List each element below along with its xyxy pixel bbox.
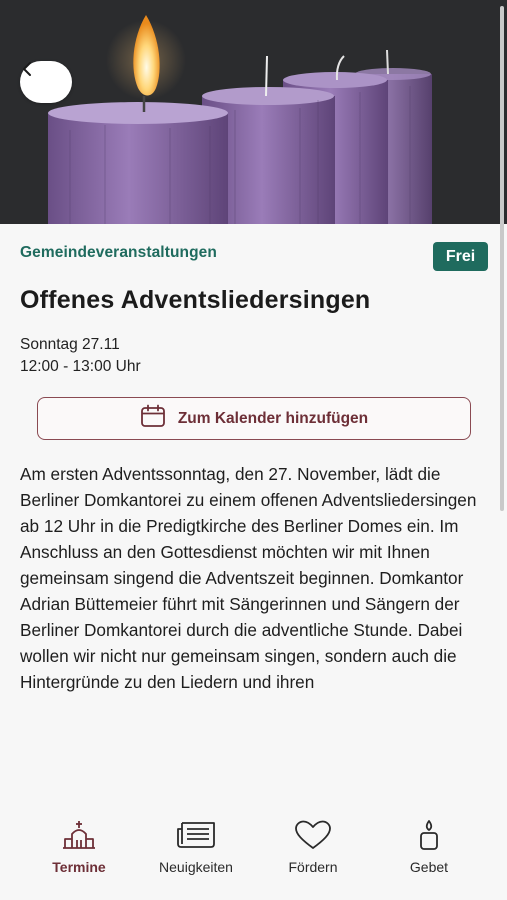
bottom-navigation: Termine Neuigkeiten Fördern Gebet xyxy=(0,800,507,900)
add-to-calendar-button[interactable]: Zum Kalender hinzufügen xyxy=(37,397,471,440)
event-datetime: Sonntag 27.11 12:00 - 13:00 Uhr xyxy=(20,334,141,378)
advent-candles-image xyxy=(0,0,507,224)
hero-image xyxy=(0,0,507,224)
back-button[interactable] xyxy=(20,61,72,103)
nav-item-gebet[interactable]: Gebet xyxy=(374,818,484,875)
calendar-icon xyxy=(140,404,166,433)
nav-label-neuigkeiten: Neuigkeiten xyxy=(159,859,233,875)
event-title: Offenes Adventsliedersingen xyxy=(20,286,371,314)
text-fade-overlay xyxy=(0,690,507,760)
newspaper-icon xyxy=(176,818,216,852)
scroll-indicator[interactable] xyxy=(500,6,504,511)
nav-label-termine: Termine xyxy=(52,859,106,875)
nav-item-neuigkeiten[interactable]: Neuigkeiten xyxy=(141,818,251,875)
nav-item-foerdern[interactable]: Fördern xyxy=(258,818,368,875)
event-date: Sonntag 27.11 xyxy=(20,336,120,353)
add-to-calendar-label: Zum Kalender hinzufügen xyxy=(177,409,369,427)
heart-icon xyxy=(294,818,332,852)
nav-label-gebet: Gebet xyxy=(409,859,449,875)
nav-label-foerdern: Fördern xyxy=(288,859,338,875)
event-category: Gemeindeveranstaltungen xyxy=(20,244,217,261)
church-icon xyxy=(62,818,96,852)
event-detail-screen: Gemeindeveranstaltungen Frei Offenes Adv… xyxy=(0,0,507,900)
price-badge: Frei xyxy=(433,242,488,271)
nav-item-termine[interactable]: Termine xyxy=(24,818,134,875)
candle-icon xyxy=(417,818,441,852)
event-time: 12:00 - 13:00 Uhr xyxy=(20,358,141,375)
